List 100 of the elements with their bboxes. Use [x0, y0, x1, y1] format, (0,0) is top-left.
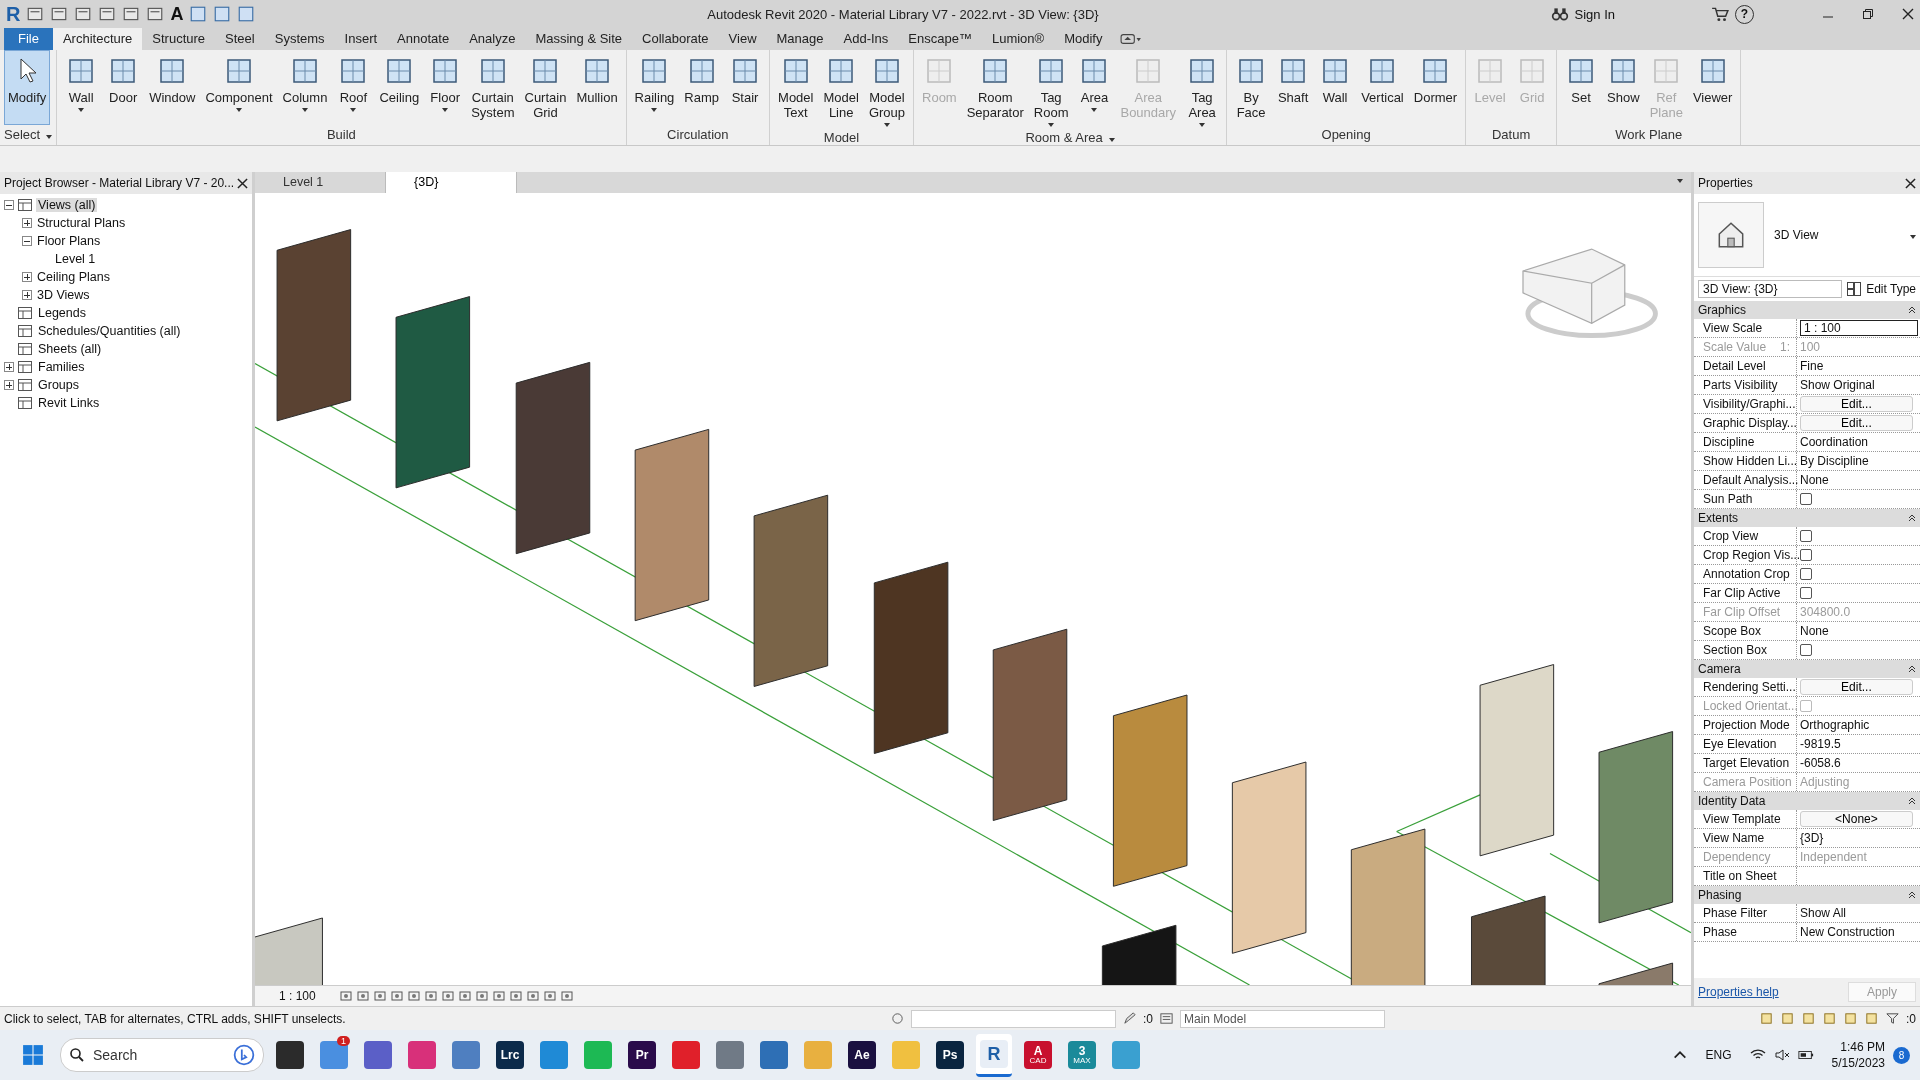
edit-button[interactable]: Edit...	[1800, 415, 1913, 431]
ribbon-tool-button[interactable]: Door	[103, 50, 144, 125]
view-control-icon[interactable]	[389, 989, 404, 1003]
ribbon-tab[interactable]: Structure	[142, 28, 216, 50]
filter-icon[interactable]	[1885, 1011, 1900, 1026]
view-control-icon[interactable]	[508, 989, 523, 1003]
ribbon-tool-button[interactable]: Component	[201, 50, 277, 125]
tree-item[interactable]: Sheets (all)	[36, 342, 104, 356]
close-icon[interactable]	[237, 177, 248, 189]
view-control-icon[interactable]	[559, 989, 574, 1003]
view-scale-button[interactable]: 1 : 100	[279, 989, 316, 1003]
checkbox[interactable]	[1800, 530, 1812, 542]
ribbon-tool-button[interactable]: Model Line	[819, 50, 863, 128]
expand-toggle[interactable]	[22, 218, 32, 228]
ribbon-tool-button[interactable]: Area	[1074, 50, 1115, 128]
language-indicator[interactable]: ENG	[1705, 1048, 1732, 1062]
tree-item[interactable]: Families	[36, 360, 87, 374]
toolbar-icon[interactable]	[213, 5, 232, 23]
expand-toggle[interactable]	[4, 380, 14, 390]
checkbox[interactable]	[1800, 549, 1812, 561]
checkbox[interactable]	[1800, 587, 1812, 599]
toolbar-icon[interactable]	[50, 5, 69, 23]
ribbon-tool-button[interactable]: Tag Area	[1182, 50, 1223, 128]
tree-item[interactable]: Groups	[36, 378, 81, 392]
ribbon-tab[interactable]: Annotate	[387, 28, 460, 50]
tree-item[interactable]: Views (all)	[36, 198, 98, 212]
selection-option-icon[interactable]	[1801, 1011, 1816, 1026]
ribbon-tool-button[interactable]: Show	[1603, 50, 1644, 125]
checkbox[interactable]	[1800, 493, 1812, 505]
panel-title[interactable]: Room & Area	[918, 128, 1223, 148]
search-field[interactable]: Search	[60, 1038, 264, 1072]
app-logo[interactable]: R	[6, 2, 21, 26]
toolbar-icon[interactable]	[26, 5, 45, 23]
instance-dropdown[interactable]: 3D View: {3D}	[1698, 280, 1843, 298]
panel-title[interactable]: Opening	[1231, 125, 1462, 145]
binoculars-icon[interactable]	[1550, 5, 1569, 23]
ribbon-tab[interactable]: Lumion®	[981, 28, 1055, 50]
panel-title[interactable]: Datum	[1470, 125, 1553, 145]
ribbon-tab[interactable]: Massing & Site	[525, 28, 633, 50]
checkbox[interactable]	[1800, 568, 1812, 580]
tree-item[interactable]: Level 1	[53, 252, 98, 266]
windows-start-icon[interactable]	[22, 1044, 44, 1066]
taskbar-app-button[interactable]: Lrc	[492, 1035, 528, 1075]
selection-option-icon[interactable]	[1843, 1011, 1858, 1026]
collapse-icon[interactable]	[1908, 797, 1916, 805]
toolbar-icon[interactable]	[237, 5, 256, 23]
ribbon-tab[interactable]: Collaborate	[632, 28, 719, 50]
expand-toggle[interactable]	[22, 290, 32, 300]
ribbon-tool-button[interactable]: Stair	[725, 50, 766, 125]
collapse-icon[interactable]	[1908, 665, 1916, 673]
ribbon-tool-button[interactable]: By Face	[1231, 50, 1272, 125]
tree-item[interactable]: Ceiling Plans	[35, 270, 112, 284]
ribbon-tab[interactable]: Architecture	[52, 28, 143, 50]
ribbon-tool-button[interactable]: Railing	[630, 50, 679, 125]
toolbar-icon[interactable]	[146, 5, 165, 23]
model-dropdown[interactable]: Main Model	[1180, 1009, 1385, 1028]
expand-toggle[interactable]	[22, 236, 32, 246]
view-scale-field[interactable]: 1 : 100	[1800, 320, 1919, 336]
tree-item[interactable]: Legends	[36, 306, 88, 320]
close-icon[interactable]	[1902, 8, 1914, 20]
ribbon-tool-button[interactable]: Ramp	[680, 50, 724, 125]
taskbar-app-button[interactable]: A CAD	[1020, 1035, 1056, 1075]
edit-button[interactable]: <None>	[1800, 811, 1913, 827]
restore-icon[interactable]	[1862, 8, 1874, 20]
document-tab[interactable]: {3D}	[386, 172, 517, 193]
ribbon-tab[interactable]: Systems	[264, 28, 335, 50]
ribbon-tool-button[interactable]: Model Group	[864, 50, 909, 128]
ribbon-tool-button[interactable]: Tag Room	[1029, 50, 1073, 128]
view-control-icon[interactable]	[457, 989, 472, 1003]
panel-title[interactable]: Work Plane	[1561, 125, 1737, 145]
properties-help-link[interactable]: Properties help	[1698, 985, 1779, 999]
ribbon-tab[interactable]: Steel	[215, 28, 265, 50]
collapse-icon[interactable]	[1908, 891, 1916, 899]
view-control-icon[interactable]	[542, 989, 557, 1003]
edit-button[interactable]: Edit...	[1800, 679, 1913, 695]
expand-toggle[interactable]	[22, 272, 32, 282]
close-icon[interactable]	[1905, 177, 1916, 189]
selection-option-icon[interactable]	[1822, 1011, 1837, 1026]
view-control-icon[interactable]	[355, 989, 370, 1003]
edit-button[interactable]: Edit...	[1800, 396, 1913, 412]
ribbon-tab[interactable]: Analyze	[459, 28, 526, 50]
ribbon-tool-button[interactable]: Curtain System	[467, 50, 519, 125]
panel-title[interactable]: Model	[774, 128, 909, 148]
toolbar-icon[interactable]	[122, 5, 141, 23]
taskbar-app-button[interactable]: Pr	[624, 1035, 660, 1075]
sign-in-button[interactable]: Sign In	[1574, 6, 1615, 22]
view-control-icon[interactable]	[423, 989, 438, 1003]
view-control-icon[interactable]	[406, 989, 421, 1003]
tree-item[interactable]: Floor Plans	[35, 234, 103, 248]
panel-title[interactable]: Select	[4, 125, 53, 145]
clock[interactable]: 1:46 PM 5/15/2023	[1831, 1039, 1885, 1071]
ribbon-tool-button[interactable]: Floor	[425, 50, 466, 125]
taskbar-app-button[interactable]: R	[976, 1033, 1012, 1077]
caret-icon[interactable]	[1677, 179, 1683, 183]
ribbon-tool-button[interactable]: Dormer	[1409, 50, 1462, 125]
taskbar-app-button[interactable]: 1	[316, 1035, 352, 1075]
view-control-icon[interactable]	[372, 989, 387, 1003]
design-options-icon[interactable]	[1159, 1011, 1174, 1026]
ribbon-tool-button[interactable]: Ceiling	[375, 50, 424, 125]
cart-icon[interactable]	[1711, 5, 1729, 23]
